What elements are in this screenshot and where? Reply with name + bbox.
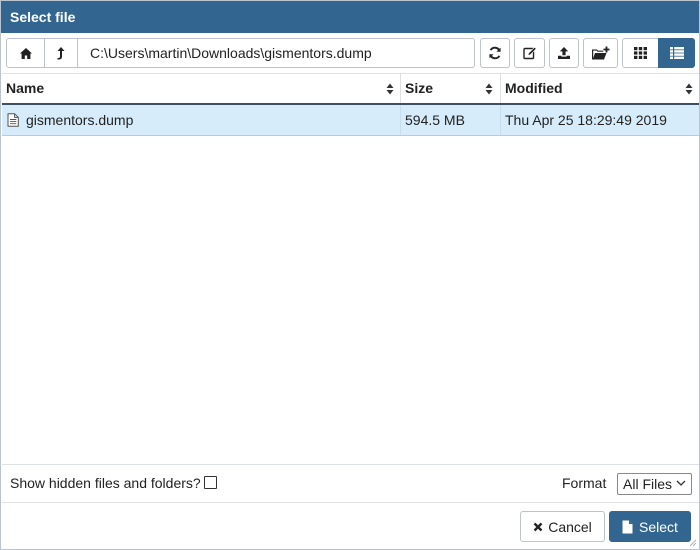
format-selected-value: All Files — [623, 476, 673, 492]
file-list: Name Size Modified gismentors.dump 594.5… — [2, 73, 699, 464]
file-name-cell: gismentors.dump — [2, 105, 401, 135]
upload-icon — [558, 47, 570, 59]
refresh-icon — [489, 46, 501, 60]
file-icon — [622, 520, 633, 533]
edit-icon — [522, 46, 537, 60]
path-input[interactable] — [77, 38, 475, 68]
sort-icon — [386, 83, 394, 95]
cancel-label: Cancel — [548, 518, 592, 535]
file-name: gismentors.dump — [26, 112, 134, 128]
show-hidden-checkbox[interactable] — [204, 476, 217, 489]
show-hidden-label: Show hidden files and folders? — [10, 475, 201, 491]
new-folder-button[interactable] — [583, 38, 618, 68]
file-size-cell: 594.5 MB — [401, 105, 501, 135]
sort-icon — [685, 83, 693, 95]
format-select[interactable]: All Files — [617, 473, 692, 495]
level-up-icon — [57, 47, 65, 60]
refresh-button[interactable] — [480, 38, 510, 68]
list-icon — [669, 47, 684, 59]
cancel-button[interactable]: Cancel — [520, 511, 605, 542]
column-header-label: Modified — [505, 80, 563, 96]
column-header-name[interactable]: Name — [2, 74, 401, 103]
rename-button[interactable] — [514, 38, 545, 68]
chevron-down-icon — [676, 480, 686, 486]
grid-view-button[interactable] — [622, 38, 659, 68]
dialog-title: Select file — [1, 1, 699, 33]
column-header-label: Name — [6, 80, 45, 96]
select-label: Select — [639, 518, 678, 535]
table-header: Name Size Modified — [2, 74, 699, 105]
table-row[interactable]: gismentors.dump 594.5 MB Thu Apr 25 18:2… — [2, 105, 699, 136]
file-modified-cell: Thu Apr 25 18:29:49 2019 — [505, 112, 667, 128]
home-button[interactable] — [6, 38, 45, 68]
column-header-modified[interactable]: Modified — [501, 74, 699, 103]
format-label: Format — [562, 475, 607, 491]
grid-icon — [634, 47, 647, 59]
dialog-footer: Cancel Select — [2, 502, 699, 549]
resize-grip-icon[interactable] — [688, 538, 697, 547]
close-icon — [533, 522, 543, 531]
column-header-size[interactable]: Size — [401, 74, 501, 103]
home-icon — [19, 47, 32, 59]
upload-button[interactable] — [549, 38, 579, 68]
options-bar: Show hidden files and folders? Format Al… — [2, 464, 699, 502]
sort-icon — [485, 83, 493, 95]
list-view-button[interactable] — [658, 38, 695, 68]
select-file-dialog: Select file C:\Users\martin\Downloads\gi… — [0, 0, 700, 550]
file-text-icon — [7, 113, 19, 127]
parent-folder-button[interactable] — [44, 38, 78, 68]
folder-plus-icon — [591, 46, 609, 59]
column-header-label: Size — [405, 80, 434, 96]
file-toolbar — [1, 33, 699, 73]
select-button[interactable]: Select — [609, 511, 691, 542]
